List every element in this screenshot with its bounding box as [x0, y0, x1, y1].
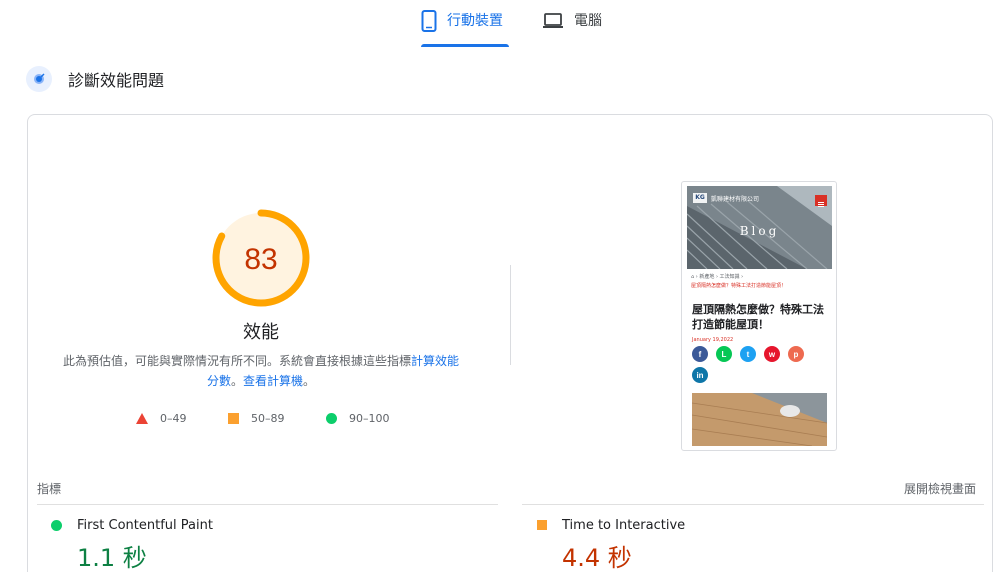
- phone-icon: [421, 10, 437, 36]
- red-triangle-icon: [136, 413, 148, 424]
- legend-good: 90–100: [326, 412, 390, 425]
- facebook-icon: f: [692, 346, 708, 362]
- section-title: 診斷效能問題: [68, 71, 165, 90]
- legend-poor: 0–49: [136, 412, 187, 425]
- preview-logo: KG: [693, 193, 707, 203]
- preview-brand: KG 凱聯建材有限公司: [693, 193, 759, 203]
- preview-photo: [692, 393, 827, 446]
- preview-hero-title: Blog: [739, 224, 780, 238]
- green-circle-icon: [326, 413, 337, 424]
- active-tab-indicator: [421, 44, 509, 47]
- tab-mobile-label: 行動裝置: [447, 13, 503, 29]
- linkedin-icon: in: [692, 367, 708, 383]
- orange-square-icon: [537, 520, 547, 530]
- metric-tti-name: Time to Interactive: [562, 518, 686, 533]
- note-text: 此為預估值，可能與實際情況有所不同。系統會直接根據這些指標: [62, 354, 411, 368]
- orange-square-icon: [228, 413, 239, 424]
- metric-fcp-value: 1.1 秒: [77, 544, 147, 572]
- line-icon: L: [716, 346, 732, 362]
- tab-mobile[interactable]: 行動裝置: [421, 10, 509, 48]
- legend-average-label: 50–89: [251, 412, 285, 425]
- preview-company: 凱聯建材有限公司: [711, 195, 760, 203]
- preview-hero: KG 凱聯建材有限公司 Blog: [687, 186, 832, 269]
- note-end: 。: [303, 374, 316, 388]
- section-header: 診斷效能問題: [26, 66, 164, 92]
- legend-poor-label: 0–49: [160, 412, 187, 425]
- green-circle-icon: [51, 520, 62, 531]
- legend-average: 50–89: [228, 412, 285, 425]
- page-screenshot-preview[interactable]: KG 凱聯建材有限公司 Blog ⌂ › 新產地 › 工法知識 › 屋頂隔熱怎麼…: [681, 181, 837, 451]
- preview-post-title: 屋頂隔熱怎麼做？特殊工法打造節能屋頂！: [692, 303, 824, 331]
- tab-desktop-label: 電腦: [574, 13, 602, 29]
- plurk-icon: p: [788, 346, 804, 362]
- legend-good-label: 90–100: [349, 412, 390, 425]
- score-value: 83: [244, 243, 277, 276]
- preview-share-row: f L t w p: [692, 346, 804, 362]
- wood-floor-image: [692, 393, 827, 446]
- vertical-divider: [510, 265, 511, 365]
- preview-breadcrumb: ⌂ › 新產地 › 工法知識 ›: [691, 274, 744, 280]
- tab-desktop[interactable]: 電腦: [542, 10, 602, 48]
- score-label: 效能: [243, 322, 279, 343]
- preview-share-row-2: in: [692, 367, 708, 383]
- calculator-link[interactable]: 查看計算機: [243, 374, 303, 388]
- score-gauge: 83: [210, 207, 312, 309]
- metric-tti-value: 4.4 秒: [562, 544, 632, 572]
- twitter-icon: t: [740, 346, 756, 362]
- note-mid: 。: [230, 374, 243, 388]
- weibo-icon: w: [764, 346, 780, 362]
- metrics-divider-right: [522, 504, 984, 505]
- preview-breadcrumb-current: 屋頂隔熱怎麼做？特殊工法打造節能屋頂！: [691, 283, 787, 289]
- hamburger-icon: [815, 195, 827, 207]
- preview-post-date: January 19,2022: [692, 337, 734, 343]
- metrics-header: 指標: [37, 482, 62, 496]
- metrics-divider-left: [37, 504, 498, 505]
- device-tabs: 行動裝置 電腦: [0, 0, 1000, 48]
- estimate-note: 此為預估值，可能與實際情況有所不同。系統會直接根據這些指標計算效能分數。查看計算…: [60, 351, 462, 391]
- laptop-icon: [542, 10, 564, 34]
- diagnose-icon: [26, 66, 52, 92]
- metric-fcp-name: First Contentful Paint: [77, 518, 213, 533]
- expand-view-toggle[interactable]: 展開檢視畫面: [904, 480, 976, 497]
